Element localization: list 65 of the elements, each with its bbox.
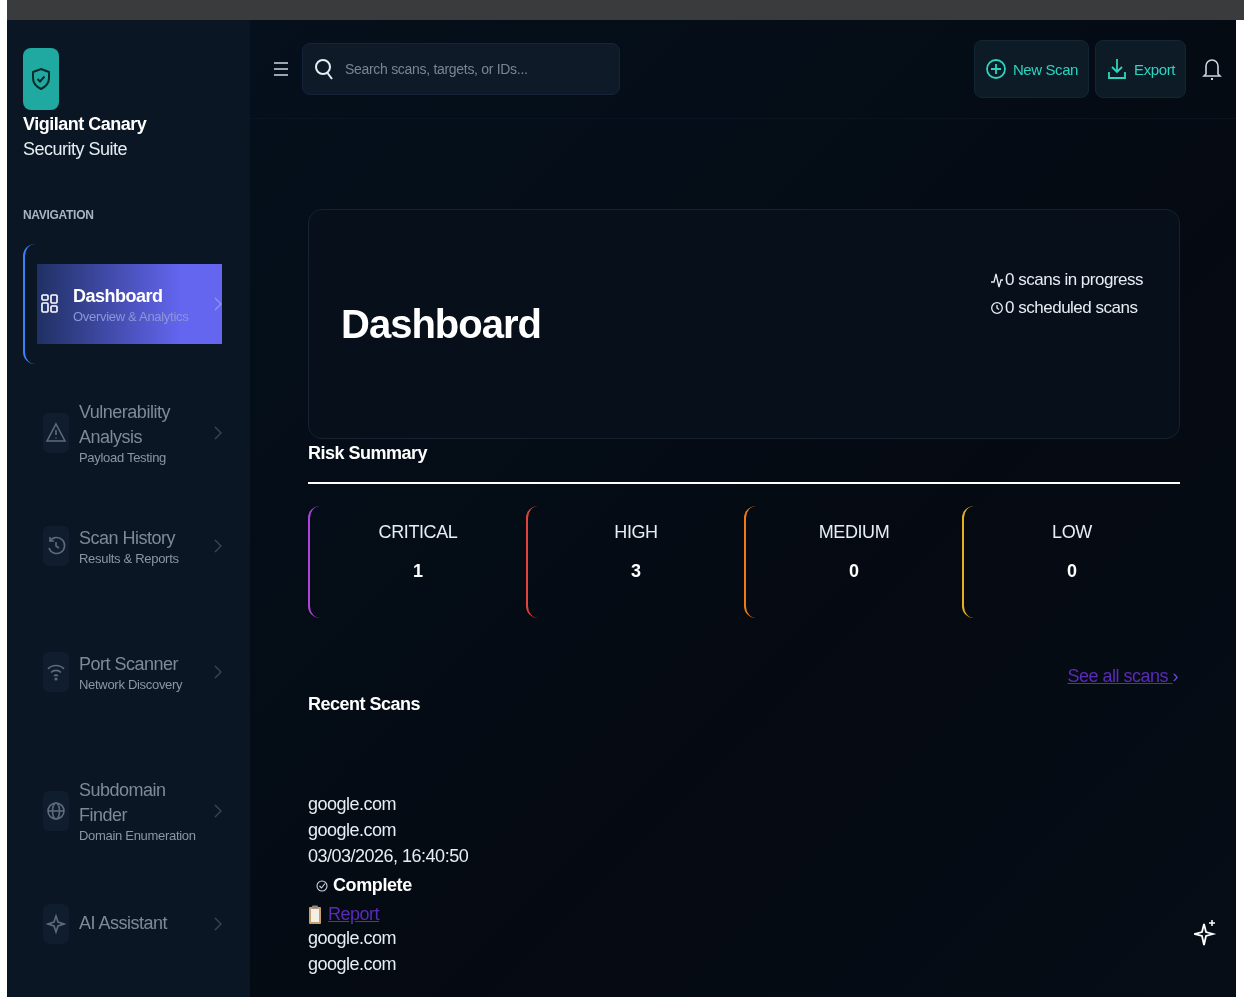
plus-circle-icon: [984, 58, 1007, 80]
nav-item[interactable]: Vulnerability Analysis Payload Testing: [23, 400, 234, 466]
scan-host: google.com: [308, 953, 398, 976]
scan-status: Complete: [333, 875, 412, 896]
risk-level-label: MEDIUM: [818, 522, 890, 543]
search-field[interactable]: Search scans, targets, or IDs...: [302, 43, 620, 95]
nav-label: Port Scanner: [79, 653, 180, 676]
chevron-icon: [214, 665, 222, 680]
sparkle-icon: [43, 904, 69, 944]
scan-host: google.com: [308, 819, 398, 842]
search-input[interactable]: Search scans, targets, or IDs...: [343, 60, 609, 78]
chevron-icon: [214, 297, 222, 311]
brand-tagline: Security Suite: [23, 139, 129, 160]
risk-level-label: HIGH: [614, 522, 658, 543]
scan-time: 03/03/2026, 16:40:50: [308, 845, 470, 868]
risk-count: 0: [849, 561, 859, 582]
history-icon: [43, 526, 69, 567]
chevron-icon: [214, 917, 222, 931]
nav-label: Dashboard: [73, 284, 164, 308]
wifi-icon: [43, 652, 69, 693]
warning-icon: [43, 412, 69, 453]
clock-icon: [991, 299, 1004, 317]
nav-item[interactable]: Scan History Results & Reports: [23, 526, 234, 567]
nav-label: AI Assistant: [79, 912, 169, 936]
nav-sublabel: Network Discovery: [79, 677, 184, 693]
menu-icon[interactable]: [272, 59, 290, 79]
check-circle-icon: [316, 879, 328, 892]
sparkle-icon[interactable]: [1194, 919, 1218, 947]
page-title: Dashboard: [341, 301, 541, 347]
search-icon: [313, 57, 335, 81]
shield-logo-icon: [23, 48, 59, 110]
nav-label: Vulnerability Analysis: [79, 401, 172, 450]
risk-count: 0: [1067, 561, 1077, 582]
nav-label: Subdomain Finder: [79, 779, 167, 828]
risk-count: 3: [631, 561, 641, 582]
globe-icon: [43, 790, 69, 831]
risk-count: 1: [413, 561, 423, 582]
chevron-icon: [214, 425, 222, 440]
risk-level-label: LOW: [1052, 522, 1092, 543]
download-icon: [1106, 57, 1129, 81]
nav-label: Scan History: [79, 527, 177, 550]
risk-level-label: CRITICAL: [378, 522, 458, 543]
nav-sublabel: Domain Enumeration: [79, 828, 197, 844]
section-title: Risk Summary: [308, 443, 429, 464]
chevron-icon: [214, 803, 222, 818]
new-scan-button[interactable]: New Scan: [973, 40, 1090, 98]
pulse-icon: [991, 271, 1004, 289]
chevron-icon: [214, 539, 222, 554]
see-all-scans-link[interactable]: See all scans ›: [1067, 666, 1178, 687]
nav-sublabel: Overview & Analytics: [73, 309, 190, 325]
nav-item[interactable]: AI Assistant: [23, 904, 234, 944]
nav-sublabel: Payload Testing: [79, 450, 168, 466]
stat-text: 0 scheduled scans: [1005, 297, 1138, 319]
scan-target: google.com: [308, 793, 398, 816]
clipboard-icon: [308, 904, 322, 925]
nav-item[interactable]: Port Scanner Network Discovery: [23, 652, 234, 693]
export-button[interactable]: Export: [1095, 40, 1186, 98]
section-title: Recent Scans: [308, 694, 421, 715]
nav-heading: NAVIGATION: [23, 208, 95, 222]
brand-name: Vigilant Canary: [23, 114, 148, 135]
stat-text: 0 scans in progress: [1005, 269, 1143, 291]
scan-target: google.com: [308, 927, 398, 950]
bell-icon[interactable]: [1202, 56, 1222, 82]
nav-sublabel: Results & Reports: [79, 551, 180, 567]
nav-item[interactable]: Subdomain Finder Domain Enumeration: [23, 778, 234, 844]
